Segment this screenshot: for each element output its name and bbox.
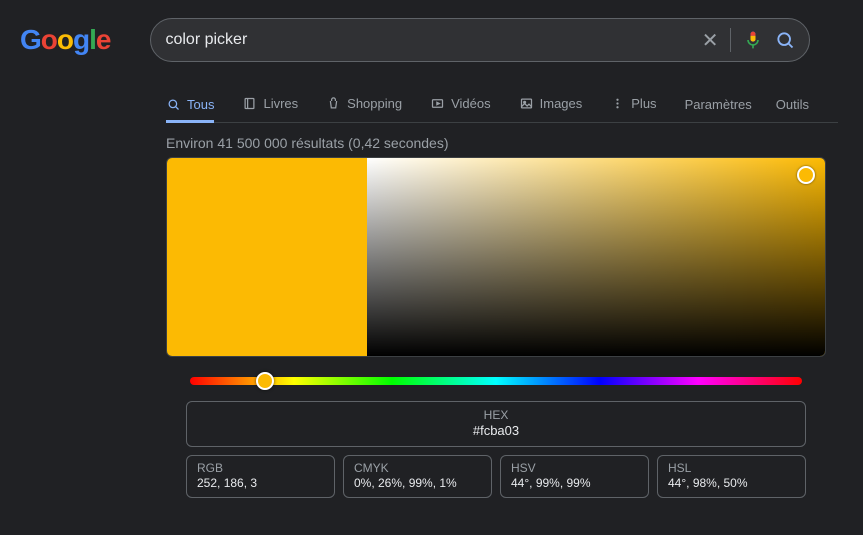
hsv-box[interactable]: HSV 44°, 99%, 99% xyxy=(500,455,649,498)
tab-all[interactable]: Tous xyxy=(166,87,214,123)
saturation-gradient[interactable] xyxy=(367,158,825,356)
tab-videos[interactable]: Vidéos xyxy=(430,86,491,122)
logo-letter: o xyxy=(57,24,73,55)
hex-value: #fcba03 xyxy=(187,423,805,438)
hsl-value: 44°, 98%, 50% xyxy=(668,476,795,490)
search-input[interactable] xyxy=(165,31,689,49)
hsl-box[interactable]: HSL 44°, 98%, 50% xyxy=(657,455,806,498)
tab-label: Images xyxy=(540,96,583,111)
hsl-label: HSL xyxy=(668,461,795,475)
tabs-right: Paramètres Outils xyxy=(685,97,809,112)
search-icon[interactable] xyxy=(775,30,795,50)
header: Google ✕ xyxy=(0,0,863,62)
value-row: RGB 252, 186, 3 CMYK 0%, 26%, 99%, 1% HS… xyxy=(186,455,806,498)
clear-icon[interactable]: ✕ xyxy=(702,28,719,53)
color-swatch xyxy=(167,158,367,356)
divider xyxy=(730,28,731,52)
sv-handle[interactable] xyxy=(797,166,815,184)
tab-label: Livres xyxy=(263,96,298,111)
mic-icon[interactable] xyxy=(743,30,763,50)
logo-letter: G xyxy=(20,24,41,55)
rgb-value: 252, 186, 3 xyxy=(197,476,324,490)
tab-label: Plus xyxy=(631,96,656,111)
settings-link[interactable]: Paramètres xyxy=(685,97,752,112)
tab-shopping[interactable]: Shopping xyxy=(326,86,402,122)
rgb-box[interactable]: RGB 252, 186, 3 xyxy=(186,455,335,498)
rgb-label: RGB xyxy=(197,461,324,475)
cmyk-box[interactable]: CMYK 0%, 26%, 99%, 1% xyxy=(343,455,492,498)
content: Environ 41 500 000 résultats (0,42 secon… xyxy=(166,131,826,498)
logo-letter: g xyxy=(73,24,89,55)
hex-label: HEX xyxy=(187,408,805,422)
hue-slider[interactable] xyxy=(190,377,802,385)
tabs-bar: Tous Livres Shopping Vidéos Images Plus … xyxy=(166,86,838,123)
result-stats: Environ 41 500 000 résultats (0,42 secon… xyxy=(166,131,826,157)
hsv-value: 44°, 99%, 99% xyxy=(511,476,638,490)
google-logo[interactable]: Google xyxy=(20,24,110,56)
tab-label: Vidéos xyxy=(451,96,491,111)
logo-letter: l xyxy=(89,24,96,55)
cmyk-label: CMYK xyxy=(354,461,481,475)
hsv-label: HSV xyxy=(511,461,638,475)
saturation-value-area xyxy=(166,157,826,357)
hex-box[interactable]: HEX #fcba03 xyxy=(186,401,806,447)
tab-images[interactable]: Images xyxy=(519,86,583,122)
hue-handle[interactable] xyxy=(256,372,274,390)
tab-label: Shopping xyxy=(347,96,402,111)
search-bar[interactable]: ✕ xyxy=(150,18,810,62)
tools-link[interactable]: Outils xyxy=(776,97,809,112)
logo-letter: e xyxy=(96,24,111,55)
cmyk-value: 0%, 26%, 99%, 1% xyxy=(354,476,481,490)
tab-more[interactable]: Plus xyxy=(610,86,656,122)
tab-books[interactable]: Livres xyxy=(242,86,298,122)
color-picker: HEX #fcba03 RGB 252, 186, 3 CMYK 0%, 26%… xyxy=(166,157,826,498)
tab-label: Tous xyxy=(187,97,214,112)
logo-letter: o xyxy=(41,24,57,55)
